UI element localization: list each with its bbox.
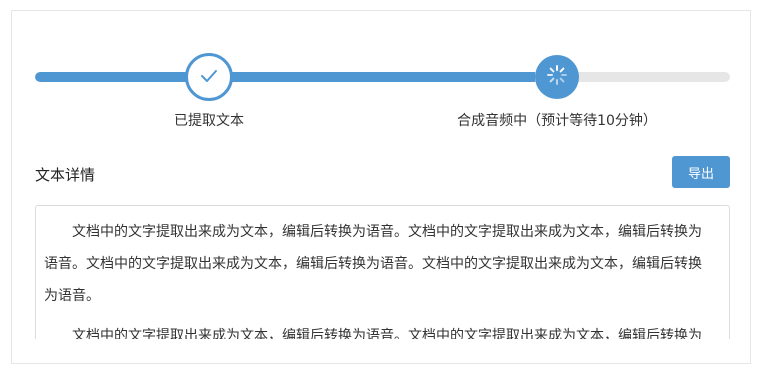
progress-fill: [35, 72, 536, 82]
progress-track: [35, 72, 730, 82]
step-synthesizing: [535, 55, 579, 99]
section-title: 文本详情: [35, 166, 96, 184]
check-icon: [200, 68, 218, 87]
step-extracted: [185, 53, 233, 101]
export-button[interactable]: 导出: [672, 156, 730, 188]
step-label-extracted: 已提取文本: [174, 113, 244, 129]
step-label-synthesizing: 合成音频中（预计等待10分钟）: [457, 113, 657, 129]
text-content-box[interactable]: 文档中的文字提取出来成为文本，编辑后转换为语音。文档中的文字提取出来成为文本，编…: [35, 205, 730, 339]
paragraph: 文档中的文字提取出来成为文本，编辑后转换为语音。文档中的文字提取出来成为文本，编…: [72, 328, 702, 339]
paragraph: 文档中的文字提取出来成为文本，编辑后转换为语音。文档中的文字提取出来成为文本，编…: [44, 224, 702, 304]
spinner-icon: [546, 64, 568, 90]
